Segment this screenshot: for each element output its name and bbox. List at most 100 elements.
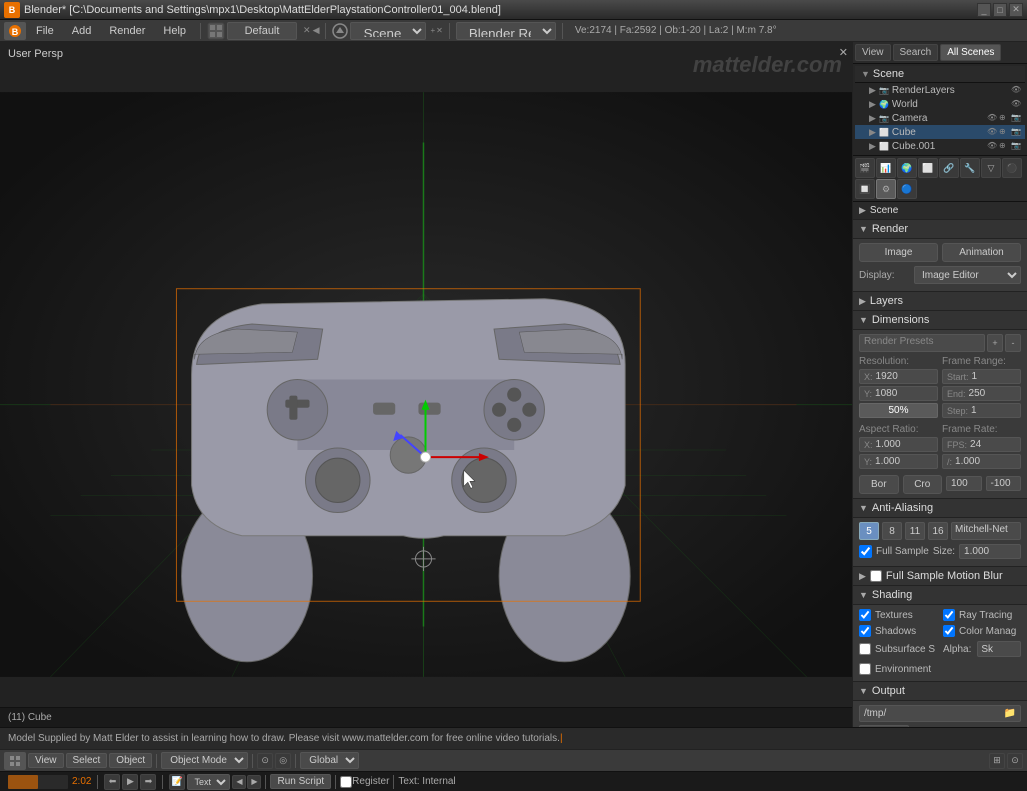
- layers-section-header[interactable]: ▶ Layers: [853, 292, 1027, 311]
- presets-add-button[interactable]: +: [987, 334, 1003, 352]
- close-button[interactable]: ✕: [1009, 3, 1023, 17]
- global-selector[interactable]: Global: [300, 752, 359, 769]
- constraint-prop-icon[interactable]: 🔗: [939, 158, 959, 178]
- outliner-camera[interactable]: ▶ 📷 Camera 👁 ⊕ 📷: [855, 111, 1025, 125]
- renderer-selector[interactable]: Blender Render: [456, 22, 556, 40]
- full-sample-checkbox[interactable]: [859, 545, 872, 558]
- viewport-close-icon[interactable]: ✕: [839, 46, 848, 59]
- next-icon[interactable]: ▶: [247, 775, 261, 789]
- renderlayers-prop-icon[interactable]: 📊: [876, 158, 896, 178]
- browse-icon[interactable]: 📁: [1004, 708, 1016, 719]
- x-res-field[interactable]: X: 1920: [859, 369, 938, 384]
- render-menu[interactable]: Render: [101, 23, 153, 39]
- maximize-button[interactable]: □: [993, 3, 1007, 17]
- ray-tracing-checkbox[interactable]: [943, 609, 955, 621]
- output-path-input[interactable]: /tmp/: [864, 708, 1004, 719]
- color-manag-checkbox[interactable]: [943, 625, 955, 637]
- view-menu-btn[interactable]: View: [28, 753, 64, 768]
- snap-icon[interactable]: ⊞: [989, 753, 1005, 769]
- data-prop-icon[interactable]: ▽: [981, 158, 1001, 178]
- display-selector[interactable]: Image Editor New Window Full Screen: [914, 266, 1021, 284]
- cube-render-icon[interactable]: 📷: [1011, 127, 1021, 137]
- nav-right-icon[interactable]: ➡: [140, 774, 156, 790]
- environment-checkbox[interactable]: [859, 663, 871, 675]
- motion-blur-header[interactable]: ▶ Full Sample Motion Blur: [853, 567, 1027, 586]
- add-menu[interactable]: Add: [64, 23, 100, 39]
- play-icon[interactable]: ▶: [122, 774, 138, 790]
- pct-field[interactable]: 50%: [859, 403, 938, 418]
- object-mode-selector[interactable]: Object Mode: [161, 752, 248, 769]
- text-mode-selector[interactable]: Text: [187, 774, 230, 790]
- nav-icon[interactable]: ⬅: [104, 774, 120, 790]
- fps-field[interactable]: FPS: 24: [942, 437, 1021, 452]
- aa-5-button[interactable]: 5: [859, 522, 879, 540]
- ax-field[interactable]: X: 1.000: [859, 437, 938, 452]
- aa-filter-selector[interactable]: Mitchell-Net: [951, 522, 1021, 540]
- prev-icon[interactable]: ◀: [232, 775, 246, 789]
- cube-cursor-icon[interactable]: ⊕: [999, 127, 1009, 137]
- file-menu[interactable]: File: [28, 23, 62, 39]
- eye-icon[interactable]: 👁: [1011, 85, 1021, 95]
- subsurface-checkbox[interactable]: [859, 643, 871, 655]
- world-eye-icon[interactable]: 👁: [1011, 99, 1021, 109]
- step-field[interactable]: Step: 1: [942, 403, 1021, 418]
- crop-button[interactable]: Cro: [903, 475, 943, 494]
- cube001-cursor-icon[interactable]: ⊕: [999, 141, 1009, 151]
- render-icon-btn[interactable]: ◎: [275, 753, 291, 769]
- proportional-icon[interactable]: ⊙: [1007, 753, 1023, 769]
- all-scenes-tab[interactable]: All Scenes: [940, 44, 1001, 61]
- layout-selector[interactable]: Default: [227, 22, 297, 40]
- material-prop-icon[interactable]: ⚫: [1002, 158, 1022, 178]
- object-menu-btn[interactable]: Object: [109, 753, 152, 768]
- textures-checkbox[interactable]: [859, 609, 871, 621]
- output-path-field[interactable]: /tmp/ 📁: [859, 705, 1021, 722]
- run-script-button[interactable]: Run Script: [270, 774, 331, 789]
- ay-field[interactable]: Y: 1.000: [859, 454, 938, 469]
- cube-eye-icon[interactable]: 👁: [987, 127, 997, 137]
- alpha-selector[interactable]: Sk: [977, 641, 1021, 657]
- render-section-header[interactable]: ▼ Render: [853, 220, 1027, 239]
- texture-prop-icon[interactable]: 🔲: [855, 179, 875, 199]
- fps2-field[interactable]: /: 1.000: [942, 454, 1021, 469]
- cube001-eye-icon[interactable]: 👁: [987, 141, 997, 151]
- cube001-render-icon[interactable]: 📷: [1011, 141, 1021, 151]
- search-tab[interactable]: Search: [893, 44, 939, 61]
- scene-collapse-icon[interactable]: ▼: [861, 69, 870, 79]
- select-menu-btn[interactable]: Select: [66, 753, 108, 768]
- output-section-header[interactable]: ▼ Output: [853, 682, 1027, 701]
- particles-prop-icon[interactable]: ⚙: [876, 179, 896, 199]
- aa-16-button[interactable]: 16: [928, 522, 948, 540]
- camera-cursor-icon[interactable]: ⊕: [999, 113, 1009, 123]
- size-field[interactable]: 1.000: [959, 544, 1021, 559]
- script-icon[interactable]: 📝: [169, 774, 185, 790]
- viewport-3d[interactable]: User Persp ✕ mattelder.com: [0, 42, 852, 727]
- animation-render-button[interactable]: Animation: [942, 243, 1021, 262]
- modifiers-prop-icon[interactable]: 🔧: [960, 158, 980, 178]
- border-y-field[interactable]: -100: [986, 476, 1022, 491]
- end-field[interactable]: End: 250: [942, 386, 1021, 401]
- dimensions-section-header[interactable]: ▼ Dimensions: [853, 311, 1027, 330]
- minimize-button[interactable]: _: [977, 3, 991, 17]
- outliner-world[interactable]: ▶ 🌍 World 👁: [855, 97, 1025, 111]
- aa-8-button[interactable]: 8: [882, 522, 902, 540]
- physics-prop-icon[interactable]: 🔵: [897, 179, 917, 199]
- motion-blur-checkbox[interactable]: [870, 570, 882, 582]
- outliner-cube001[interactable]: ▶ ⬜ Cube.001 👁 ⊕ 📷: [855, 139, 1025, 153]
- camera-eye-icon[interactable]: 👁: [987, 113, 997, 123]
- scene-prop-icon[interactable]: 🎬: [855, 158, 875, 178]
- help-menu[interactable]: Help: [155, 23, 194, 39]
- layer-btn[interactable]: ⊙: [257, 753, 273, 769]
- border-button[interactable]: Bor: [859, 475, 899, 494]
- border-x-field[interactable]: 100: [946, 476, 982, 491]
- shading-section-header[interactable]: ▼ Shading: [853, 586, 1027, 605]
- scene-header[interactable]: ▶ Scene: [853, 202, 1027, 220]
- format-selector[interactable]: PNG: [859, 725, 909, 727]
- aa-section-header[interactable]: ▼ Anti-Aliasing: [853, 499, 1027, 518]
- start-field[interactable]: Start: 1: [942, 369, 1021, 384]
- view-tab[interactable]: View: [855, 44, 891, 61]
- object-prop-icon[interactable]: ⬜: [918, 158, 938, 178]
- register-checkbox[interactable]: [340, 776, 352, 788]
- outliner-renderlayers[interactable]: ▶ 📷 RenderLayers 👁: [855, 83, 1025, 97]
- outliner-cube[interactable]: ▶ ⬜ Cube 👁 ⊕ 📷: [855, 125, 1025, 139]
- world-prop-icon[interactable]: 🌍: [897, 158, 917, 178]
